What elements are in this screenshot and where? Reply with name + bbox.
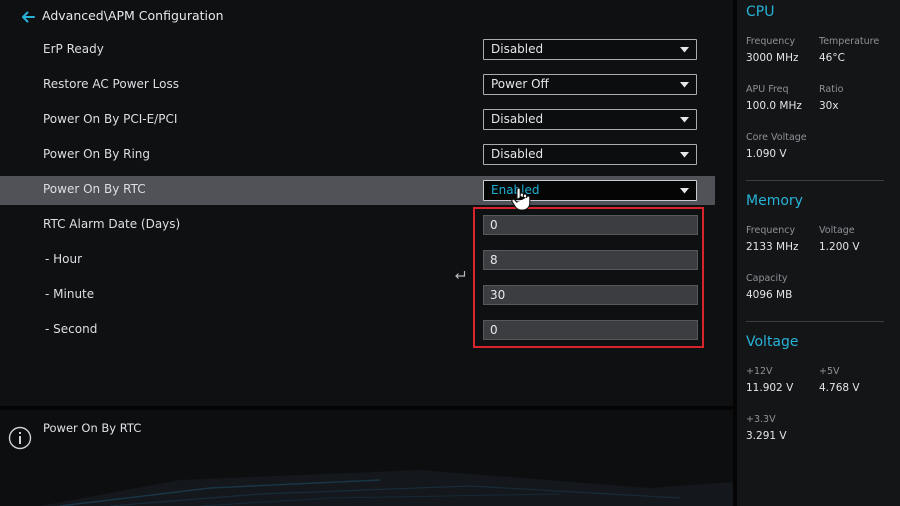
power-on-by-ring-select[interactable]: Disabled	[483, 144, 697, 165]
erp-ready-select[interactable]: Disabled	[483, 39, 697, 60]
setting-label: Restore AC Power Loss	[43, 77, 179, 91]
rtc-minute-input[interactable]: 30	[483, 285, 698, 305]
help-panel: Power On By RTC	[0, 410, 733, 506]
cpu-frequency-value: 3000 MHz	[746, 52, 799, 64]
setting-row-power-on-by-rtc[interactable]: Power On By RTC Enabled	[0, 176, 715, 205]
voltage-3v3-label: +3.3V	[746, 414, 776, 425]
setting-label: ErP Ready	[43, 42, 104, 56]
cpu-frequency-label: Frequency	[746, 36, 796, 47]
restore-ac-power-loss-select[interactable]: Power Off	[483, 74, 697, 95]
setting-row-rtc-alarm-date: RTC Alarm Date (Days) 0	[0, 210, 733, 240]
help-description: Power On By RTC	[43, 421, 142, 435]
page-title: Advanced\APM Configuration	[42, 8, 224, 23]
input-value: 30	[490, 288, 506, 302]
cpu-temperature-label: Temperature	[819, 36, 880, 47]
chevron-down-icon	[680, 47, 689, 53]
chevron-down-icon	[680, 152, 689, 158]
chevron-down-icon	[680, 117, 689, 123]
setting-row-rtc-minute: - Minute 30	[0, 280, 733, 310]
section-divider	[746, 180, 884, 181]
input-value: 0	[490, 218, 498, 232]
core-voltage-value: 1.090 V	[746, 148, 787, 160]
section-divider	[746, 321, 884, 322]
core-voltage-label: Core Voltage	[746, 132, 807, 143]
memory-voltage-value: 1.200 V	[819, 241, 860, 253]
setting-row-restore-ac-power-loss: Restore AC Power Loss Power Off	[0, 70, 733, 100]
chevron-down-icon	[680, 82, 689, 88]
select-value: Disabled	[491, 147, 544, 161]
apu-freq-label: APU Freq	[746, 84, 789, 95]
voltage-12v-value: 11.902 V	[746, 382, 794, 394]
setting-label: - Second	[45, 322, 98, 336]
back-arrow-icon[interactable]	[19, 8, 37, 26]
memory-frequency-label: Frequency	[746, 225, 796, 236]
memory-voltage-label: Voltage	[819, 225, 855, 236]
setting-row-power-on-by-pcie: Power On By PCI-E/PCI Disabled	[0, 105, 733, 135]
info-icon	[8, 426, 32, 450]
setting-label: RTC Alarm Date (Days)	[43, 217, 181, 231]
cpu-heading: CPU	[746, 4, 775, 20]
apu-freq-value: 100.0 MHz	[746, 100, 802, 112]
select-value: Disabled	[491, 42, 544, 56]
setting-row-rtc-second: - Second 0	[0, 315, 733, 345]
select-value: Disabled	[491, 112, 544, 126]
rtc-second-input[interactable]: 0	[483, 320, 698, 340]
cpu-ratio-value: 30x	[819, 100, 839, 112]
memory-frequency-value: 2133 MHz	[746, 241, 799, 253]
cpu-temperature-value: 46°C	[819, 52, 845, 64]
memory-capacity-value: 4096 MB	[746, 289, 793, 301]
input-value: 0	[490, 323, 498, 337]
input-value: 8	[490, 253, 498, 267]
setting-row-erp-ready: ErP Ready Disabled	[0, 35, 733, 65]
voltage-5v-value: 4.768 V	[819, 382, 860, 394]
setting-row-rtc-hour: - Hour 8	[0, 245, 733, 275]
settings-panel: Advanced\APM Configuration ErP Ready Dis…	[0, 0, 733, 406]
voltage-5v-label: +5V	[819, 366, 840, 377]
setting-label: Power On By RTC	[43, 182, 146, 196]
chevron-down-icon	[680, 188, 689, 194]
cpu-ratio-label: Ratio	[819, 84, 844, 95]
setting-label: Power On By Ring	[43, 147, 151, 161]
enter-key-icon	[455, 271, 466, 279]
power-on-by-pcie-select[interactable]: Disabled	[483, 109, 697, 130]
setting-label: - Hour	[45, 252, 83, 266]
hand-cursor-icon	[511, 187, 531, 211]
voltage-3v3-value: 3.291 V	[746, 430, 787, 442]
setting-label: - Minute	[45, 287, 95, 301]
voltage-heading: Voltage	[746, 334, 799, 350]
rtc-alarm-date-input[interactable]: 0	[483, 215, 698, 235]
voltage-12v-label: +12V	[746, 366, 773, 377]
select-value: Power Off	[491, 77, 549, 91]
memory-capacity-label: Capacity	[746, 273, 788, 284]
rtc-hour-input[interactable]: 8	[483, 250, 698, 270]
setting-row-power-on-by-ring: Power On By Ring Disabled	[0, 140, 733, 170]
page-header: Advanced\APM Configuration	[0, 0, 733, 34]
hardware-monitor-panel: CPU Frequency 3000 MHz Temperature 46°C …	[737, 0, 900, 506]
setting-label: Power On By PCI-E/PCI	[43, 112, 178, 126]
memory-heading: Memory	[746, 193, 803, 209]
